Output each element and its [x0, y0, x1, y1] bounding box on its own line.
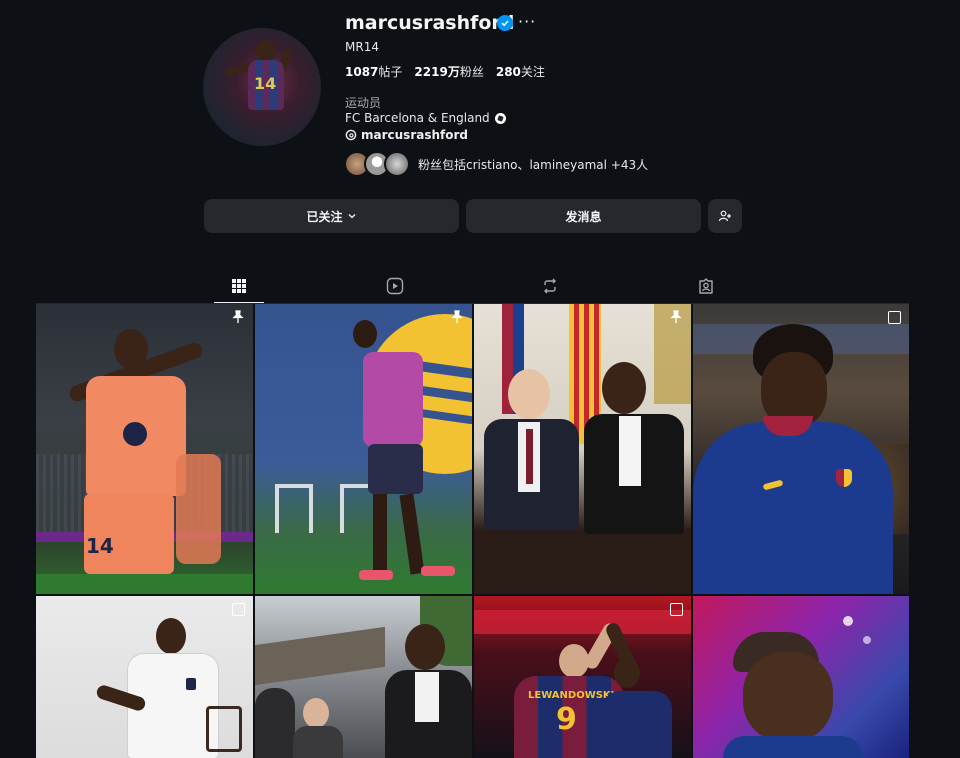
threads-link[interactable]: marcusrashford	[345, 128, 468, 142]
desk	[474, 534, 691, 594]
teammate	[176, 454, 221, 564]
profile-category: 运动员	[345, 96, 382, 110]
pitch	[36, 574, 253, 594]
barca-crest	[836, 469, 852, 487]
profile-avatar[interactable]: 14	[203, 28, 321, 146]
grid-icon	[232, 279, 246, 293]
tagged-icon	[699, 278, 713, 294]
england-crest	[186, 678, 196, 690]
player-head	[602, 362, 646, 414]
chevron-down-icon	[348, 214, 355, 219]
followers-count[interactable]: 2219万粉丝	[414, 63, 483, 80]
player-jersey	[602, 691, 672, 758]
carousel-icon	[232, 603, 245, 616]
player-head	[156, 618, 186, 654]
profile-bio: FC Barcelona & England	[345, 111, 506, 125]
message-button[interactable]: 发消息	[466, 199, 701, 233]
boot	[421, 566, 455, 576]
threads-handle: marcusrashford	[361, 128, 468, 142]
player-jacket	[693, 422, 893, 594]
pin-icon	[451, 310, 463, 323]
avatar-head	[256, 40, 276, 62]
shirt	[619, 416, 641, 486]
post-tile[interactable]	[474, 304, 691, 594]
player-shirt	[363, 352, 423, 447]
led-board	[474, 610, 691, 634]
suggest-user-button[interactable]	[708, 199, 742, 233]
followed-by[interactable]: 粉丝包括cristiano、lamineyamal +43人	[344, 151, 648, 177]
reels-icon	[386, 277, 404, 295]
tie	[526, 429, 533, 484]
player-head	[353, 320, 377, 348]
chair	[206, 706, 242, 752]
jersey-number: 14	[86, 534, 114, 558]
more-options-icon[interactable]: ···	[518, 12, 536, 31]
add-person-icon	[718, 210, 731, 222]
post-tile[interactable]	[693, 596, 909, 758]
jersey-number: 9	[556, 702, 577, 737]
follower-avatar	[384, 151, 410, 177]
profile-full-name: MR14	[345, 40, 379, 54]
post-tile[interactable]	[693, 304, 909, 594]
shirt	[415, 672, 439, 722]
post-tile[interactable]: LEWANDOWSKI 9	[474, 596, 691, 758]
threads-icon	[345, 129, 357, 141]
tab-tagged[interactable]	[681, 270, 731, 302]
post-tile[interactable]	[255, 304, 472, 594]
player-shirt	[723, 736, 863, 758]
post-tile[interactable]	[255, 596, 472, 758]
post-tile[interactable]: 14	[36, 304, 253, 594]
post-tile[interactable]	[36, 596, 253, 758]
message-label: 发消息	[565, 209, 602, 224]
followed-by-text: 粉丝包括cristiano、lamineyamal +43人	[418, 157, 649, 172]
president-head	[508, 369, 550, 419]
player-leg	[399, 493, 425, 575]
following-count[interactable]: 280关注	[496, 63, 545, 80]
verified-badge-icon	[497, 15, 513, 31]
tab-reposts[interactable]	[525, 270, 575, 302]
goal-post	[275, 484, 313, 533]
soccer-ball-icon	[494, 112, 506, 124]
canopy	[255, 626, 385, 686]
player-head	[405, 624, 445, 670]
boot	[359, 570, 393, 580]
pin-icon	[670, 310, 682, 323]
posts-count: 1087帖子	[345, 65, 403, 79]
tab-reels[interactable]	[370, 270, 420, 302]
following-label: 已关注	[306, 209, 343, 224]
light	[843, 616, 853, 626]
spotify-logo	[123, 422, 147, 446]
tab-posts[interactable]	[214, 270, 264, 304]
repost-icon	[544, 278, 556, 294]
profile-username: marcusrashford	[345, 12, 515, 34]
carousel-icon	[888, 311, 901, 324]
player-head	[614, 658, 640, 688]
avatar-jersey-number: 14	[254, 74, 277, 93]
person	[255, 688, 295, 758]
person	[293, 726, 343, 758]
player-shorts	[368, 444, 423, 494]
carousel-icon	[670, 603, 683, 616]
pin-icon	[232, 310, 244, 323]
player-leg	[373, 494, 387, 574]
person-head	[303, 698, 329, 728]
jersey-name: LEWANDOWSKI	[528, 690, 615, 701]
bio-text: FC Barcelona & England	[345, 111, 490, 125]
following-button[interactable]: 已关注	[204, 199, 459, 233]
light	[863, 636, 871, 644]
profile-stats: 1087帖子 2219万粉丝 280关注	[345, 63, 545, 80]
player-face	[743, 652, 833, 742]
